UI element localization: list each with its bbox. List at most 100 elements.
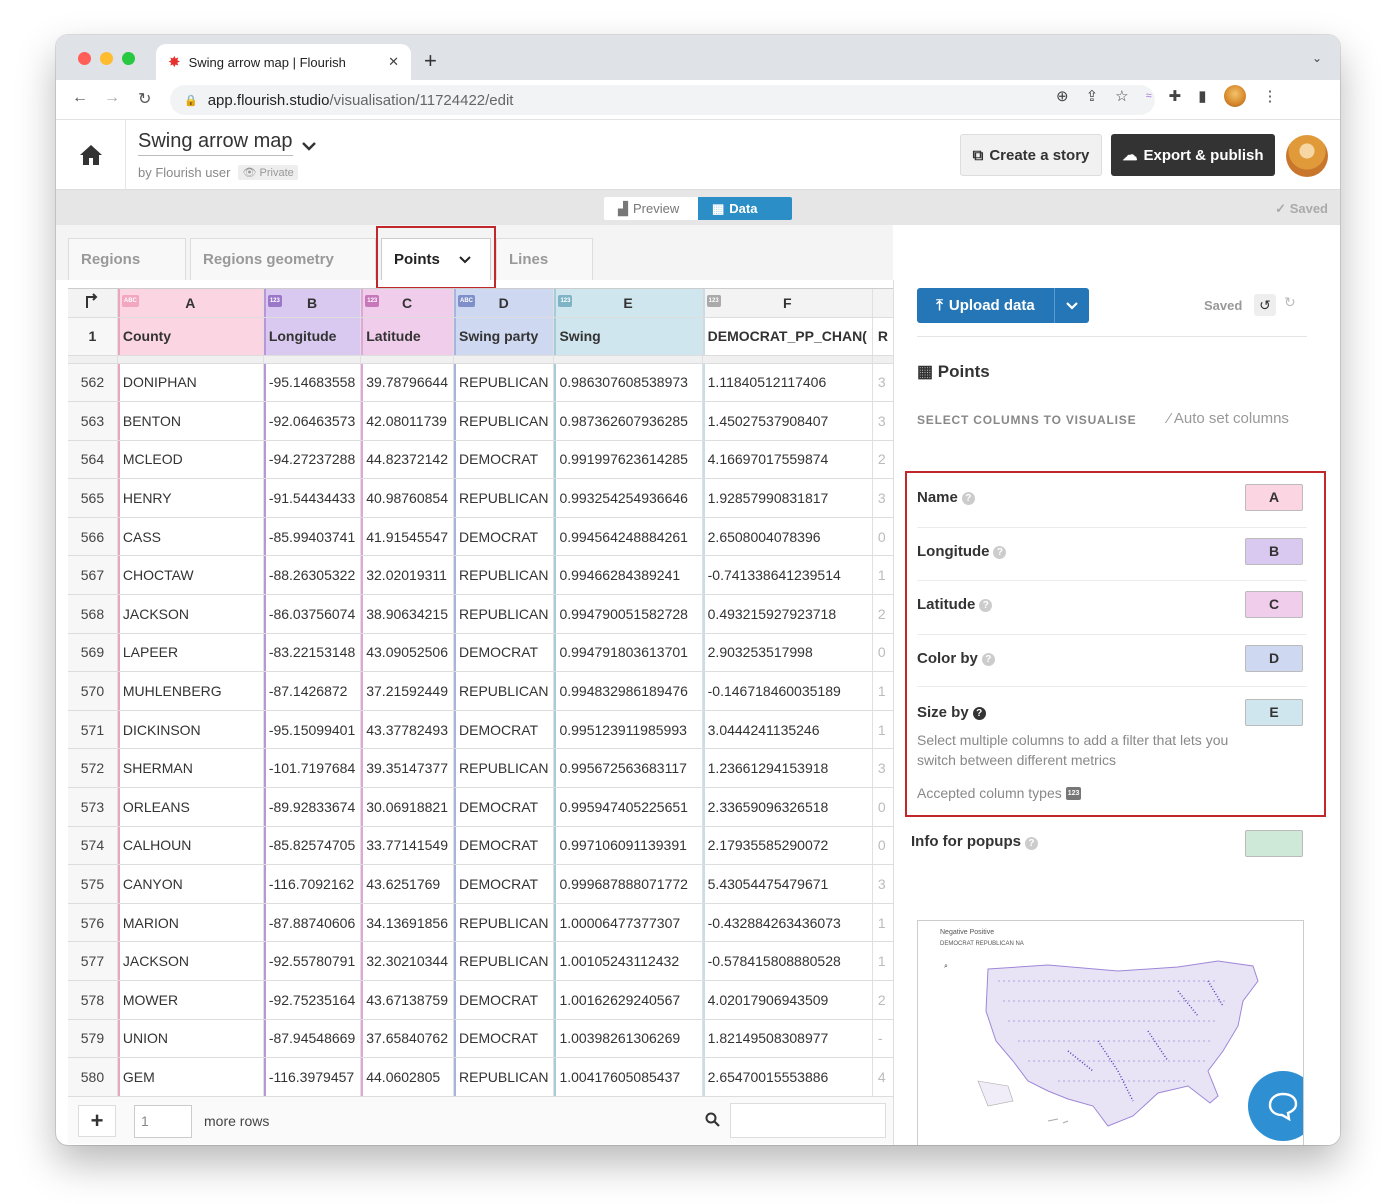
cell-county[interactable]: MCLEOD [117, 440, 264, 480]
cell-swing[interactable]: 0.994832986189476 [553, 671, 703, 711]
cell-swing-party[interactable]: REPUBLICAN [453, 1057, 555, 1096]
cell-latitude[interactable]: 44.0602805 [360, 1057, 454, 1096]
column-letter-a[interactable]: ABC A [117, 289, 264, 318]
cell-next[interactable]: 1 [872, 710, 894, 750]
data-grid[interactable]: ABC A 123 B 123 C ABC D 123 E 123 F 1 County L… [68, 288, 894, 1096]
cell-democrat-change[interactable]: -0.432884263436073 [702, 903, 873, 943]
cell-county[interactable]: MOWER [117, 980, 264, 1020]
cell-next[interactable]: 1 [872, 555, 894, 596]
cell-swing-party[interactable]: REPUBLICAN [453, 363, 555, 403]
cell-democrat-change[interactable]: 1.23661294153918 [702, 748, 873, 789]
cell-latitude[interactable]: 40.98760854 [360, 478, 454, 518]
corner-cell[interactable] [68, 289, 118, 318]
cell-latitude[interactable]: 38.90634215 [360, 594, 454, 634]
cell-next[interactable]: 0 [872, 517, 894, 557]
sheet-tab-regions[interactable]: Regions [68, 238, 186, 280]
cell-swing-party[interactable]: REPUBLICAN [453, 903, 555, 943]
cell-longitude[interactable]: -92.06463573 [263, 401, 362, 441]
cell-swing[interactable]: 0.995123911985993 [553, 710, 703, 750]
sheet-tab-lines[interactable]: Lines [496, 238, 593, 280]
cell-next[interactable]: 2 [872, 594, 894, 634]
sheet-tab-regions-geometry[interactable]: Regions geometry [190, 238, 376, 280]
cell-longitude[interactable]: -87.88740606 [263, 903, 362, 943]
cell-county[interactable]: BENTON [117, 401, 264, 441]
cell-swing[interactable]: 0.986307608538973 [553, 363, 703, 403]
cell-swing-party[interactable]: DEMOCRAT [453, 440, 555, 480]
cell-swing[interactable]: 0.997106091139391 [553, 826, 703, 866]
cell-county[interactable]: CHOCTAW [117, 555, 264, 596]
cell-swing[interactable]: 1.00398261306269 [553, 1019, 703, 1059]
cell-next[interactable]: 2 [872, 440, 894, 480]
cell-swing-party[interactable]: REPUBLICAN [453, 671, 555, 711]
cell-democrat-change[interactable]: -0.741338641239514 [702, 555, 873, 596]
cell-latitude[interactable]: 43.09052506 [360, 633, 454, 673]
cell-democrat-change[interactable]: 2.6508004078396 [702, 517, 873, 557]
cell-latitude[interactable]: 37.65840762 [360, 1019, 454, 1059]
cell-swing-party[interactable]: DEMOCRAT [453, 517, 555, 557]
cell-swing[interactable]: 0.995672563683117 [553, 748, 703, 789]
cell-latitude[interactable]: 37.21592449 [360, 671, 454, 711]
cell-next[interactable]: 0 [872, 787, 894, 827]
cell-longitude[interactable]: -88.26305322 [263, 555, 362, 596]
cell-longitude[interactable]: -92.75235164 [263, 980, 362, 1020]
cell-longitude[interactable]: -95.14683558 [263, 363, 362, 403]
cell-swing-party[interactable]: DEMOCRAT [453, 826, 555, 866]
bookmark-star-icon[interactable]: ☆ [1115, 87, 1128, 105]
export-publish-button[interactable]: ☁ Export & publish [1111, 134, 1275, 176]
cell-county[interactable]: UNION [117, 1019, 264, 1059]
cell-swing[interactable]: 0.987362607936285 [553, 401, 703, 441]
cell-democrat-change[interactable]: 2.903253517998 [702, 633, 873, 673]
data-tab[interactable]: ▦ Data [698, 197, 792, 220]
cell-democrat-change[interactable]: 2.17935585290072 [702, 826, 873, 866]
cell-county[interactable]: HENRY [117, 478, 264, 518]
cell-county[interactable]: CALHOUN [117, 826, 264, 866]
back-arrow-icon[interactable]: ← [72, 89, 88, 107]
cell-longitude[interactable]: -116.3979457 [263, 1057, 362, 1096]
cell-latitude[interactable]: 39.78796644 [360, 363, 454, 403]
cell-swing[interactable]: 0.999687888071772 [553, 864, 703, 904]
cell-democrat-change[interactable]: 1.45027537908407 [702, 401, 873, 441]
cell-longitude[interactable]: -86.03756074 [263, 594, 362, 634]
cell-county[interactable]: JACKSON [117, 941, 264, 981]
preview-thumbnail[interactable]: Negative Positive DEMOCRAT REPUBLICAN NA… [917, 920, 1304, 1145]
auto-set-columns-link[interactable]: ⁄ Auto set columns [1168, 410, 1289, 427]
cell-swing-party[interactable]: DEMOCRAT [453, 864, 555, 904]
cell-next[interactable]: 4 [872, 1057, 894, 1096]
reload-icon[interactable]: ↻ [138, 89, 151, 109]
cell-swing[interactable]: 0.99466284389241 [553, 555, 703, 596]
cell-swing[interactable]: 0.995947405225651 [553, 787, 703, 827]
cell-county[interactable]: DONIPHAN [117, 363, 264, 403]
header-next-column[interactable]: R [872, 317, 894, 356]
cell-longitude[interactable]: -85.82574705 [263, 826, 362, 866]
header-county[interactable]: County [117, 317, 264, 356]
create-story-button[interactable]: ⧉ Create a story [960, 134, 1102, 176]
header-swing[interactable]: Swing [553, 317, 703, 356]
transpose-icon[interactable] [84, 293, 100, 309]
cell-longitude[interactable]: -116.7092162 [263, 864, 362, 904]
maximize-window-button[interactable] [122, 52, 135, 65]
cell-county[interactable]: MUHLENBERG [117, 671, 264, 711]
cell-latitude[interactable]: 44.82372142 [360, 440, 454, 480]
cell-county[interactable]: JACKSON [117, 594, 264, 634]
cell-next[interactable]: 3 [872, 401, 894, 441]
column-letter-b[interactable]: 123 B [263, 289, 362, 318]
cell-democrat-change[interactable]: 2.33659096326518 [702, 787, 873, 827]
cell-next[interactable]: - [872, 1019, 894, 1059]
column-letter-e[interactable]: 123 E [553, 289, 703, 318]
cell-next[interactable]: 1 [872, 903, 894, 943]
column-letter-c[interactable]: 123 C [360, 289, 454, 318]
minimize-window-button[interactable] [100, 52, 113, 65]
cell-swing[interactable]: 1.00006477377307 [553, 903, 703, 943]
upload-data-button[interactable]: ⤒ Upload data [917, 288, 1089, 323]
search-input[interactable] [730, 1103, 886, 1138]
cell-county[interactable]: LAPEER [117, 633, 264, 673]
zoom-icon[interactable]: ⊕ [1056, 87, 1069, 105]
cell-swing-party[interactable]: DEMOCRAT [453, 1019, 555, 1059]
cell-swing-party[interactable]: DEMOCRAT [453, 787, 555, 827]
cell-latitude[interactable]: 32.30210344 [360, 941, 454, 981]
cell-longitude[interactable]: -101.7197684 [263, 748, 362, 789]
cell-swing[interactable]: 0.991997623614285 [553, 440, 703, 480]
cell-democrat-change[interactable]: 1.11840512117406 [702, 363, 873, 403]
cell-latitude[interactable]: 34.13691856 [360, 903, 454, 943]
cell-latitude[interactable]: 33.77141549 [360, 826, 454, 866]
